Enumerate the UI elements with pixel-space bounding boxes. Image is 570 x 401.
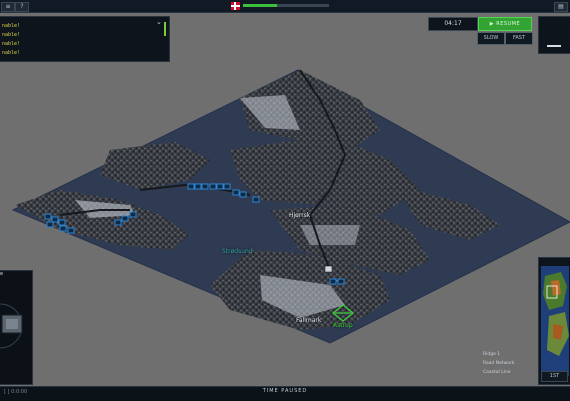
- minimap-toggle-button[interactable]: 1ST: [541, 371, 568, 382]
- minimap-panel: [538, 257, 570, 385]
- slow-button[interactable]: SLOW: [477, 32, 505, 45]
- map-label-city-b: Hjørrsk: [289, 212, 311, 219]
- layers-button[interactable]: ▤: [554, 2, 568, 12]
- unit-info-panel: [0, 270, 33, 385]
- resume-button[interactable]: ▶ RESUME: [478, 17, 532, 31]
- minimap[interactable]: [541, 266, 569, 376]
- menu-button[interactable]: ≡: [1, 2, 15, 12]
- menu-icon: ≡: [5, 3, 11, 10]
- notification-item[interactable]: nable!: [2, 50, 20, 56]
- unit-portrait: [0, 303, 23, 349]
- top-right-panel: [538, 16, 570, 54]
- status-text: TIME PAUSED: [262, 388, 308, 394]
- help-button[interactable]: ?: [15, 2, 29, 12]
- map-label-city-a: Fallmark: [296, 317, 322, 324]
- notification-item[interactable]: nable!: [2, 32, 20, 38]
- resume-label: RESUME: [496, 21, 521, 27]
- top-progress-fill: [243, 4, 278, 7]
- game-clock: 04:17: [428, 17, 478, 31]
- top-progress-bar: [243, 4, 329, 7]
- legend-item: Ridge 1: [483, 352, 501, 357]
- map-label-waterway: Strødsund: [222, 248, 253, 255]
- chevron-down-icon[interactable]: ⌄: [156, 19, 162, 26]
- map-label-objective: Astrup: [333, 322, 353, 329]
- indicator-bar: [547, 45, 561, 47]
- notification-item[interactable]: nable!: [2, 41, 20, 47]
- unit-info-label: e: [0, 271, 4, 277]
- legend-item: Coastal Line: [483, 370, 511, 375]
- fast-button[interactable]: FAST: [505, 32, 533, 45]
- bottom-left-text: [ ] 0:0:00: [4, 389, 28, 395]
- notifications-scrollbar[interactable]: [164, 22, 166, 36]
- structure-icon[interactable]: [324, 265, 333, 273]
- notifications-panel: nable! nable! nable! nable! ⌄: [0, 16, 170, 62]
- legend-item: Road Network: [483, 361, 515, 366]
- notification-item[interactable]: nable!: [2, 23, 20, 29]
- layers-icon: ▤: [558, 3, 564, 10]
- denmark-flag-icon: [231, 2, 240, 10]
